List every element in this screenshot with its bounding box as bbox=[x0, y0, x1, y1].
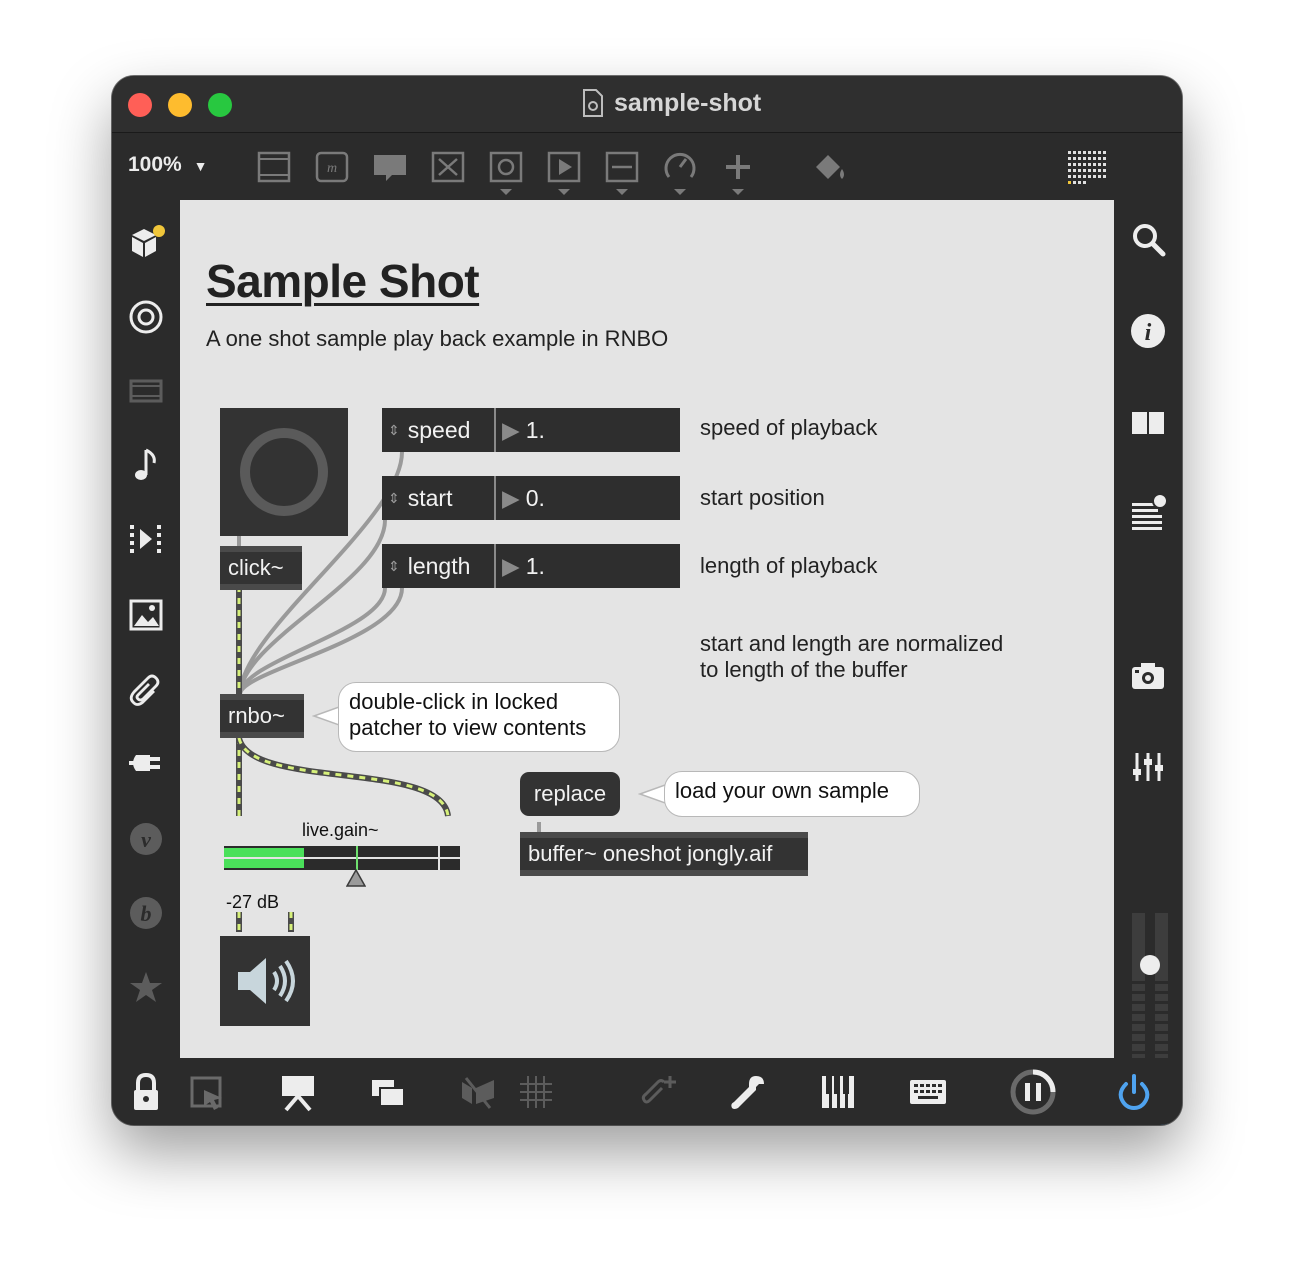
presentation-icon[interactable] bbox=[276, 1070, 320, 1114]
number-box[interactable]: ▶ 1. bbox=[496, 544, 680, 588]
chevron-down-icon: ▼ bbox=[193, 158, 208, 174]
comment-line: start and length are normalized bbox=[700, 631, 1004, 656]
camera-icon[interactable] bbox=[1128, 655, 1168, 695]
minimize-button[interactable] bbox=[168, 93, 192, 117]
film-icon[interactable] bbox=[126, 371, 166, 411]
comment-normalized: start and length are normalized to lengt… bbox=[700, 631, 1003, 683]
toggle-icon[interactable] bbox=[486, 147, 526, 197]
keyboard-icon[interactable] bbox=[906, 1070, 950, 1114]
right-sidebar: i bbox=[1114, 199, 1182, 1125]
replace-tooltip: load your own sample bbox=[664, 771, 920, 817]
paperclip-icon[interactable] bbox=[126, 669, 166, 709]
patch-cords bbox=[236, 450, 541, 932]
param-start[interactable]: ⇕ start ▶ 0. bbox=[382, 476, 680, 520]
packages-icon[interactable] bbox=[126, 221, 166, 261]
attach-icon[interactable] bbox=[636, 1070, 680, 1114]
comment: start position bbox=[700, 485, 825, 510]
gain-divider bbox=[224, 857, 460, 859]
list-icon[interactable] bbox=[1128, 493, 1168, 533]
window-title-text: sample-shot bbox=[614, 88, 762, 117]
bottom-toolbar bbox=[112, 1058, 1182, 1125]
patcher-canvas[interactable]: Sample Shot A one shot sample play back … bbox=[180, 200, 1114, 1058]
bubble-line: double-click in locked bbox=[349, 689, 559, 714]
music-note-icon[interactable] bbox=[126, 445, 166, 485]
star-icon[interactable] bbox=[126, 967, 166, 1007]
document-icon bbox=[583, 89, 603, 117]
rnbo-object[interactable]: rnbo~ bbox=[220, 694, 304, 738]
pause-icon[interactable] bbox=[1008, 1067, 1058, 1117]
b-icon[interactable]: b bbox=[126, 893, 166, 933]
gain-value: -27 dB bbox=[226, 892, 280, 912]
svg-text:m: m bbox=[327, 161, 337, 176]
left-sidebar: v b bbox=[112, 199, 180, 1057]
image-icon[interactable] bbox=[126, 595, 166, 635]
message-icon[interactable]: m bbox=[312, 147, 352, 187]
zoom-level: 100% bbox=[128, 153, 182, 176]
slider-icon[interactable] bbox=[602, 147, 642, 197]
param-length[interactable]: ⇕ length ▶ 1. bbox=[382, 544, 680, 588]
add-icon[interactable] bbox=[718, 147, 758, 197]
svg-text:i: i bbox=[1145, 320, 1152, 346]
close-button[interactable] bbox=[128, 93, 152, 117]
step-icon[interactable] bbox=[126, 519, 166, 559]
live-gain-slider[interactable] bbox=[224, 846, 460, 870]
speaker-icon bbox=[238, 958, 295, 1004]
number-box[interactable]: ▶ 1. bbox=[496, 408, 680, 452]
zoom-selector[interactable]: 100% ▼ bbox=[128, 153, 207, 177]
plug-icon[interactable] bbox=[126, 743, 166, 783]
param-label: ⇕ length bbox=[382, 544, 496, 588]
gain-marker bbox=[356, 846, 358, 870]
rnbo-tooltip: double-click in locked patcher to view c… bbox=[338, 682, 620, 752]
number-box[interactable]: ▶ 0. bbox=[496, 476, 680, 520]
bang-button[interactable] bbox=[220, 408, 348, 536]
window-title: sample-shot bbox=[582, 88, 761, 118]
gain-label: live.gain~ bbox=[302, 820, 379, 840]
grid-icon[interactable] bbox=[1068, 147, 1108, 187]
bang-circle bbox=[240, 428, 328, 516]
grid-icon[interactable] bbox=[514, 1070, 558, 1114]
info-icon[interactable]: i bbox=[1128, 311, 1168, 351]
new-object-icon[interactable] bbox=[254, 147, 294, 187]
button-icon[interactable] bbox=[428, 147, 468, 187]
title-bar: sample-shot bbox=[112, 76, 1182, 133]
buffer-object[interactable]: buffer~ oneshot jongly.aif bbox=[520, 832, 808, 876]
comment: length of playback bbox=[700, 553, 878, 578]
dial-icon[interactable] bbox=[660, 147, 700, 197]
windows-icon[interactable] bbox=[366, 1070, 410, 1114]
click-object[interactable]: click~ bbox=[220, 546, 302, 590]
svg-text:b: b bbox=[141, 901, 152, 926]
maximize-button[interactable] bbox=[208, 93, 232, 117]
play-icon[interactable] bbox=[544, 147, 584, 197]
gain-tick bbox=[438, 846, 440, 870]
speaker-button[interactable] bbox=[220, 936, 310, 1026]
book-icon[interactable] bbox=[1128, 403, 1168, 443]
mixer-icon[interactable] bbox=[1128, 747, 1168, 787]
svg-text:v: v bbox=[141, 827, 151, 852]
paint-bucket-icon[interactable] bbox=[810, 147, 850, 187]
replace-message[interactable]: replace bbox=[520, 772, 620, 816]
comment-line: to length of the buffer bbox=[700, 657, 908, 682]
bubble-line: patcher to view contents bbox=[349, 715, 587, 740]
param-label: ⇕ start bbox=[382, 476, 496, 520]
piano-icon[interactable] bbox=[816, 1070, 860, 1114]
param-label: ⇕ speed bbox=[382, 408, 496, 452]
no-icon[interactable] bbox=[456, 1070, 500, 1114]
max-window: sample-shot 100% ▼ m v b Sample Shot A o… bbox=[112, 76, 1182, 1125]
param-speed[interactable]: ⇕ speed ▶ 1. bbox=[382, 408, 680, 452]
comment: speed of playback bbox=[700, 415, 878, 440]
toolbar: 100% ▼ m bbox=[112, 133, 1182, 199]
gain-handle[interactable] bbox=[346, 868, 366, 888]
target-icon[interactable] bbox=[126, 297, 166, 337]
search-icon[interactable] bbox=[1128, 219, 1168, 259]
comment-icon[interactable] bbox=[370, 147, 410, 187]
lock-icon[interactable] bbox=[124, 1070, 168, 1114]
v-icon[interactable]: v bbox=[126, 819, 166, 859]
wrench-icon[interactable] bbox=[726, 1070, 770, 1114]
select-icon[interactable] bbox=[186, 1070, 230, 1114]
power-icon[interactable] bbox=[1112, 1070, 1156, 1114]
